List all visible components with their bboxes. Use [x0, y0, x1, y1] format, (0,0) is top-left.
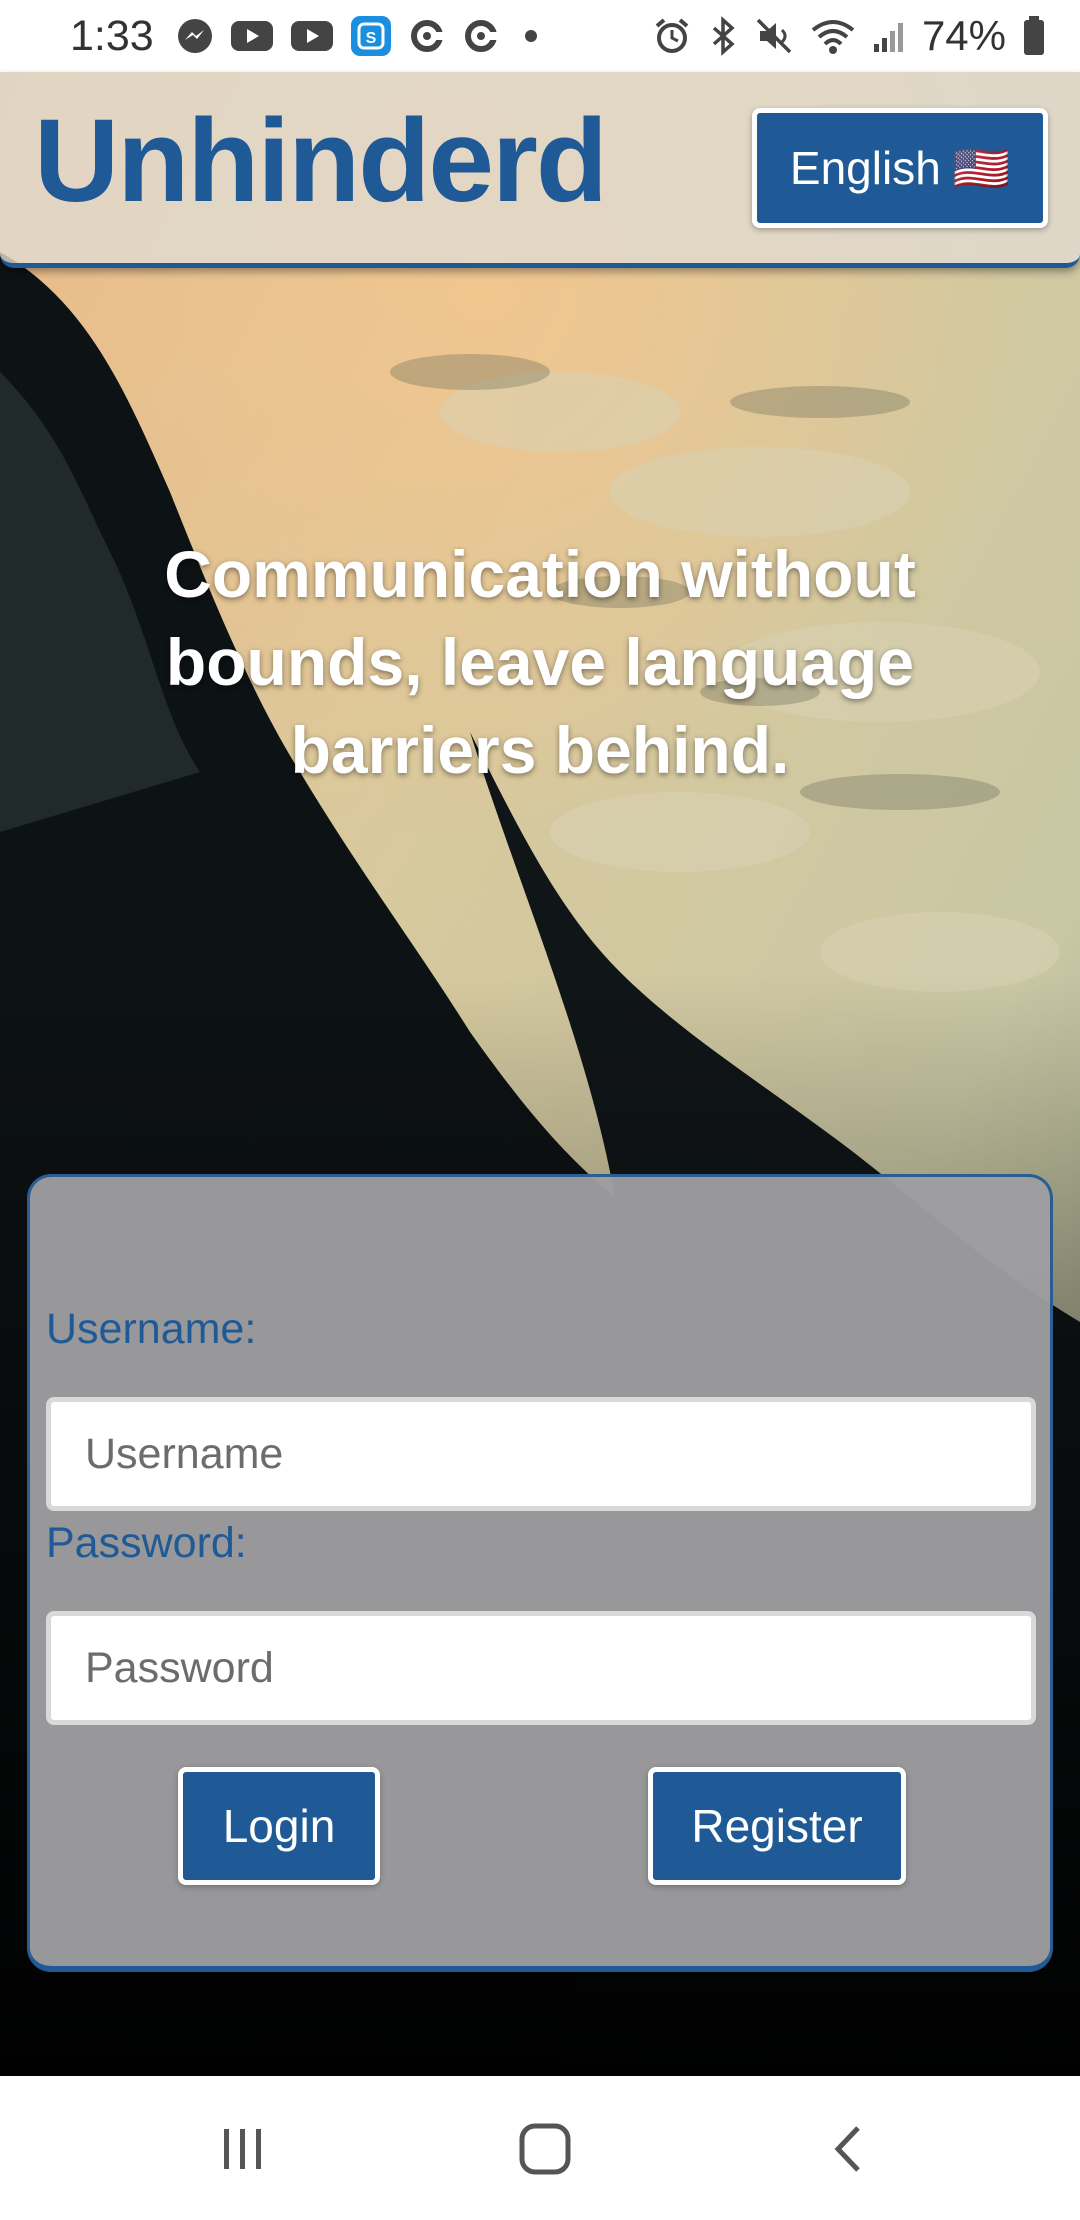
- svg-text:S: S: [365, 30, 376, 47]
- signal-icon: [872, 18, 906, 54]
- home-icon[interactable]: [505, 2114, 585, 2184]
- c-app-icon: [462, 17, 500, 55]
- youtube-icon: [230, 19, 274, 53]
- language-selector-button[interactable]: English 🇺🇸: [752, 108, 1048, 228]
- wifi-icon: [810, 16, 856, 56]
- notification-icons: S: [176, 15, 546, 57]
- register-button[interactable]: Register: [648, 1767, 906, 1885]
- us-flag-icon: 🇺🇸: [952, 141, 1011, 194]
- back-icon[interactable]: [808, 2114, 888, 2184]
- system-nav-bar: [0, 2076, 1080, 2220]
- battery-icon: [1022, 15, 1046, 57]
- battery-percent: 74%: [921, 12, 1006, 59]
- login-form: Username: Password: Login Register: [27, 1174, 1053, 1972]
- username-input[interactable]: [46, 1397, 1036, 1511]
- mute-icon: [754, 16, 794, 56]
- brand-logo: Unhinderd: [34, 95, 608, 227]
- messenger-icon: [176, 17, 214, 55]
- youtube-icon: [290, 19, 334, 53]
- status-time: 1:33: [70, 11, 154, 60]
- password-input[interactable]: [46, 1611, 1036, 1725]
- language-label: English: [789, 142, 941, 194]
- c-app-icon: [408, 17, 446, 55]
- password-label: Password:: [46, 1519, 247, 1567]
- dot-icon: [516, 21, 546, 51]
- s-app-icon: S: [350, 15, 392, 57]
- status-bar: 1:33 S 74%: [0, 0, 1080, 72]
- alarm-icon: [652, 16, 692, 56]
- username-label: Username:: [46, 1305, 257, 1353]
- hero-tagline: Communication without bounds, leave lang…: [164, 537, 916, 787]
- recents-icon[interactable]: [203, 2114, 283, 2184]
- login-button[interactable]: Login: [178, 1767, 380, 1885]
- system-icons: 74%: [652, 12, 1046, 60]
- bluetooth-icon: [708, 16, 738, 56]
